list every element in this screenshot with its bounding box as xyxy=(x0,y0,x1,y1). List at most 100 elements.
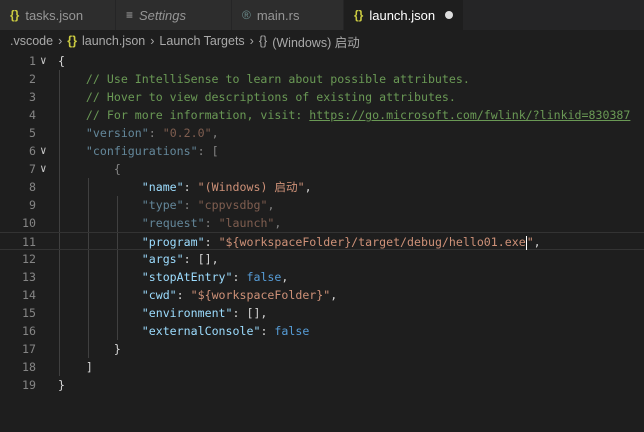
breadcrumb-item[interactable]: (Windows) 启动 xyxy=(272,32,360,51)
token: : [], xyxy=(183,252,219,266)
code-line[interactable]: 4 // For more information, visit: https:… xyxy=(0,106,644,124)
tab-launch-json[interactable]: {} launch.json xyxy=(344,0,465,30)
line-number: 13 xyxy=(22,270,36,284)
code-text: { xyxy=(58,52,65,70)
token: , xyxy=(281,270,289,284)
code-line[interactable]: 19} xyxy=(0,376,644,394)
code-line[interactable]: 9 "type": "cppvsdbg", xyxy=(0,196,644,214)
token: : xyxy=(204,235,219,249)
line-number: 14 xyxy=(22,288,36,302)
token: "request" xyxy=(141,216,205,230)
line-number: 9 xyxy=(29,198,36,212)
token: } xyxy=(58,342,121,356)
token: https://go.microsoft.com/fwlink/?linkid=… xyxy=(309,108,631,122)
chevron-right-icon: › xyxy=(249,34,254,48)
token: "${workspaceFolder}" xyxy=(190,288,331,302)
code-line[interactable]: 18 ] xyxy=(0,358,644,376)
code-text: // For more information, visit: https://… xyxy=(58,106,630,124)
token: { xyxy=(58,54,65,68)
code-text: "configurations": [ xyxy=(58,142,219,160)
chevron-right-icon: › xyxy=(58,34,63,48)
token: // For more information, visit: xyxy=(85,108,310,122)
breadcrumb-item[interactable]: .vscode xyxy=(10,34,53,48)
settings-icon: ≡ xyxy=(126,8,134,22)
code-line[interactable]: 16 "externalConsole": false xyxy=(0,322,644,340)
tab-main-rs[interactable]: ® main.rs xyxy=(232,0,344,30)
token: // Hover to view descriptions of existin… xyxy=(85,90,456,104)
breadcrumb-item[interactable]: Launch Targets xyxy=(159,34,244,48)
breadcrumb-item[interactable]: launch.json xyxy=(82,34,145,48)
code-text: "externalConsole": false xyxy=(58,322,310,340)
code-line[interactable]: 8 "name": "(Windows) 启动", xyxy=(0,178,644,196)
token: "externalConsole" xyxy=(141,324,261,338)
code-text: "args": [], xyxy=(58,250,219,268)
token: "launch" xyxy=(218,216,275,230)
line-number: 17 xyxy=(22,342,36,356)
code-line[interactable]: 3 // Hover to view descriptions of exist… xyxy=(0,88,644,106)
code-line[interactable]: 12 "args": [], xyxy=(0,250,644,268)
line-number: 10 xyxy=(22,216,36,230)
unsaved-dot-icon[interactable] xyxy=(445,11,454,19)
tab-label: launch.json xyxy=(369,7,436,23)
token: } xyxy=(58,378,65,392)
line-number: 6 xyxy=(29,144,36,158)
fold-chevron-icon[interactable]: ∨ xyxy=(40,160,47,178)
code-line[interactable]: 11 "program": "${workspaceFolder}/target… xyxy=(0,232,644,250)
code-text: { xyxy=(58,160,121,178)
code-text: // Hover to view descriptions of existin… xyxy=(58,88,456,106)
token: : xyxy=(148,126,163,140)
code-editor[interactable]: 1 ∨ {2 // Use IntelliSense to learn about … xyxy=(0,52,644,394)
code-line[interactable]: 7 ∨ { xyxy=(0,160,644,178)
code-text: "name": "(Windows) 启动", xyxy=(58,178,312,196)
token: : xyxy=(176,288,191,302)
code-line[interactable]: 10 "request": "launch", xyxy=(0,214,644,232)
code-line[interactable]: 17 } xyxy=(0,340,644,358)
token: "cppvsdbg" xyxy=(197,198,268,212)
rust-icon: ® xyxy=(242,8,251,22)
tab-bar: {} tasks.json ≡ Settings ® main.rs {} launch.js… xyxy=(0,0,644,30)
tab-tasks-json[interactable]: {} tasks.json xyxy=(0,0,116,30)
token: "configurations" xyxy=(85,144,198,158)
code-line[interactable]: 13 "stopAtEntry": false, xyxy=(0,268,644,286)
tab-label: Settings xyxy=(139,7,186,23)
line-number: 1 xyxy=(29,54,36,68)
line-number: 2 xyxy=(29,72,36,86)
line-number: 19 xyxy=(22,378,36,392)
code-text: "environment": [], xyxy=(58,304,268,322)
token: " xyxy=(526,235,534,249)
code-line[interactable]: 15 "environment": [], xyxy=(0,304,644,322)
code-text: ] xyxy=(58,358,93,376)
json-object-icon: {} xyxy=(258,34,268,48)
code-line[interactable]: 5 "version": "0.2.0", xyxy=(0,124,644,142)
line-number: 3 xyxy=(29,90,36,104)
code-line[interactable]: 6 ∨ "configurations": [ xyxy=(0,142,644,160)
code-line[interactable]: 1 ∨ { xyxy=(0,52,644,70)
token: { xyxy=(58,162,121,176)
code-line[interactable]: 2 // Use IntelliSense to learn about pos… xyxy=(0,70,644,88)
token: // Use IntelliSense to learn about possi… xyxy=(85,72,470,86)
token: false xyxy=(246,270,282,284)
token: "name" xyxy=(141,180,184,194)
token: : xyxy=(232,270,247,284)
token: , xyxy=(304,180,312,194)
code-text: } xyxy=(58,376,65,394)
fold-chevron-icon[interactable]: ∨ xyxy=(40,52,47,70)
token: : xyxy=(183,180,198,194)
code-text: "stopAtEntry": false, xyxy=(58,268,289,286)
line-number: 16 xyxy=(22,324,36,338)
tab-label: main.rs xyxy=(256,7,300,23)
fold-chevron-icon[interactable]: ∨ xyxy=(40,142,47,160)
code-text: } xyxy=(58,340,121,358)
line-number: 4 xyxy=(29,108,36,122)
code-text: "cwd": "${workspaceFolder}", xyxy=(58,286,337,304)
line-number: 11 xyxy=(22,235,36,249)
code-line[interactable]: 14 "cwd": "${workspaceFolder}", xyxy=(0,286,644,304)
tab-settings[interactable]: ≡ Settings xyxy=(116,0,232,30)
